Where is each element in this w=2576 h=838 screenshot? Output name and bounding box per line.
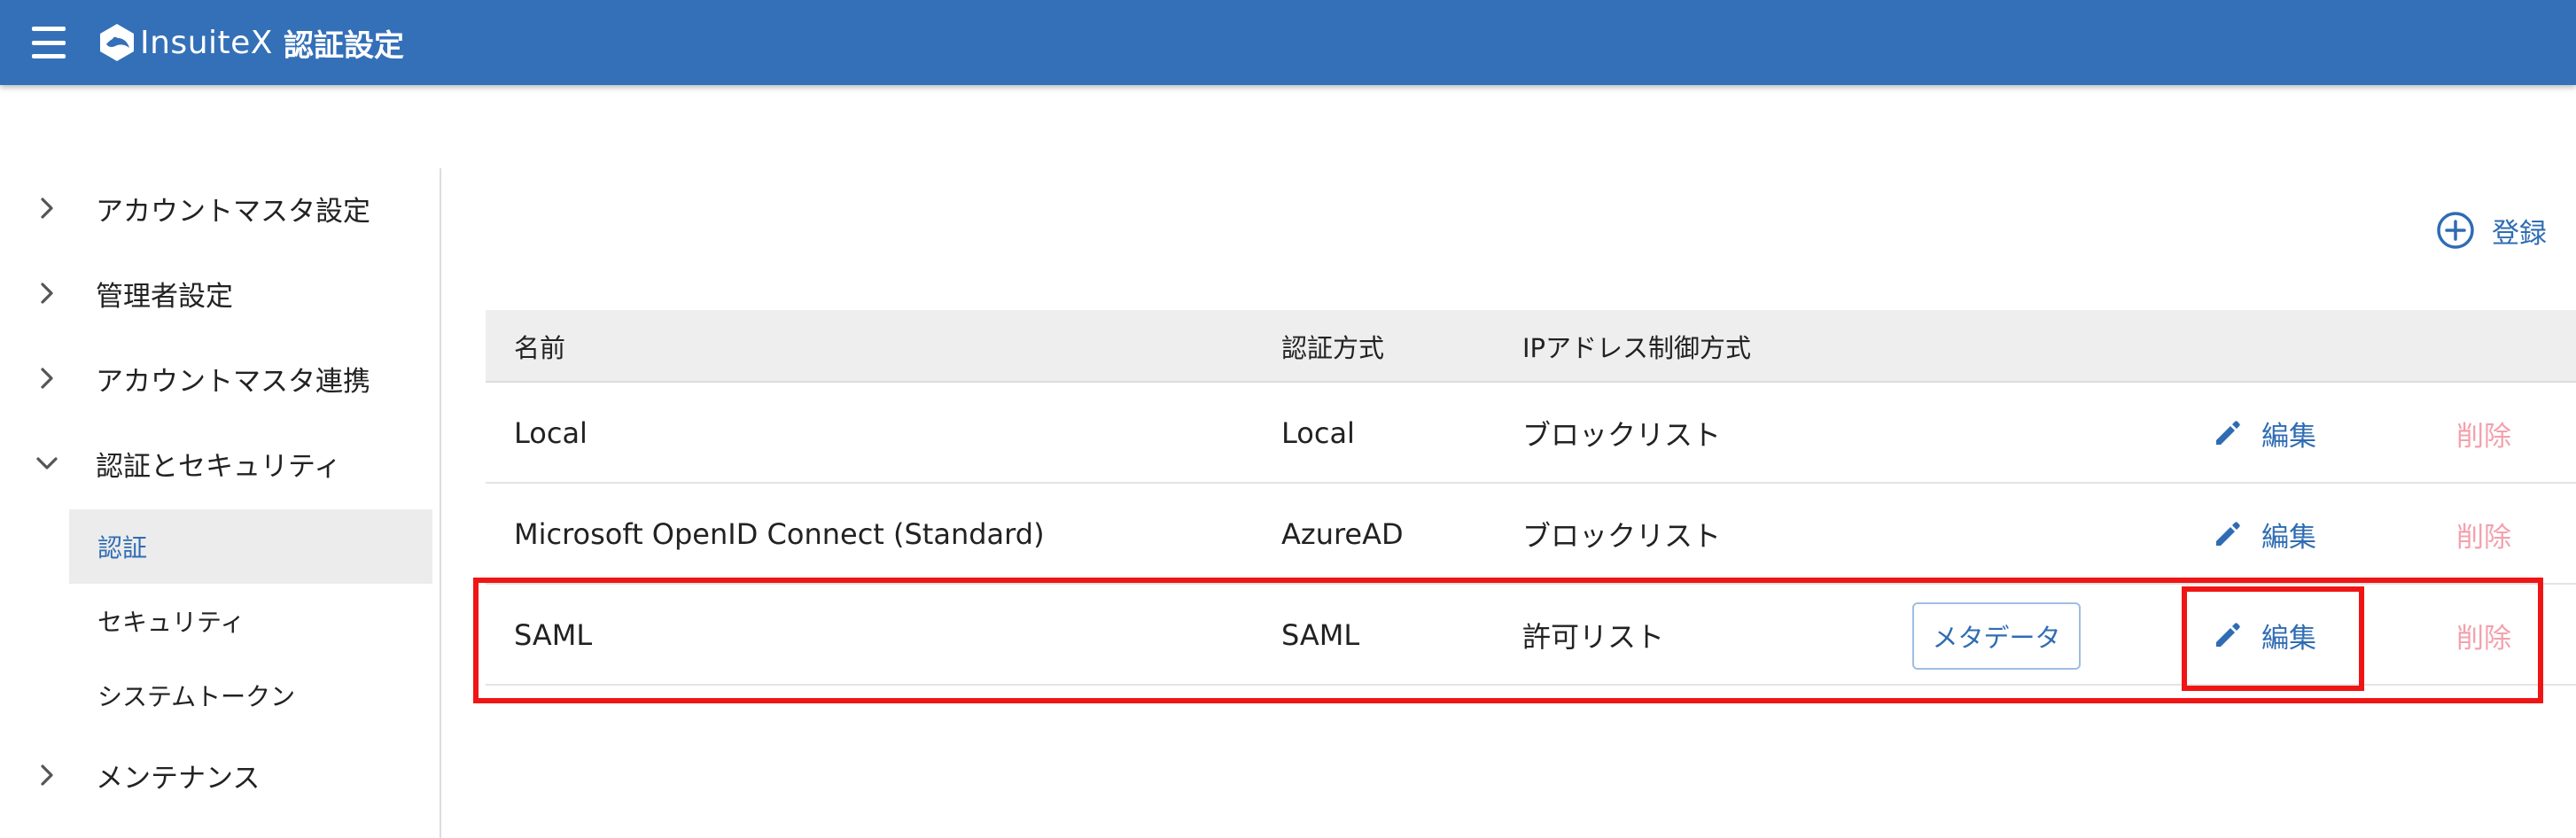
chevron-down-icon	[36, 457, 58, 469]
chevron-right-icon	[41, 198, 53, 219]
sidebar-item-auth-security[interactable]: 認証とセキュリティ	[0, 423, 440, 503]
cell-auth-method: SAML	[1281, 618, 1360, 652]
sidebar-subitem-auth[interactable]: 認証	[69, 509, 432, 584]
delete-button[interactable]: 削除	[2456, 383, 2511, 484]
sidebar-item-maintenance[interactable]: メンテナンス	[0, 735, 440, 815]
edit-button[interactable]: 編集	[2212, 383, 2316, 484]
cell-auth-method: AzureAD	[1281, 517, 1404, 551]
sidebar-item-admin-settings[interactable]: 管理者設定	[0, 253, 440, 333]
sidebar-item-account-master-sync[interactable]: アカウントマスタ連携	[0, 338, 440, 418]
column-header-auth-method: 認証方式	[1281, 333, 1385, 363]
chevron-right-icon	[41, 764, 53, 786]
edit-label: 編集	[2261, 622, 2316, 655]
pencil-icon	[2216, 522, 2240, 546]
edit-label: 編集	[2261, 420, 2316, 453]
edit-button[interactable]: 編集	[2212, 484, 2316, 585]
edit-label: 編集	[2261, 521, 2316, 554]
sidebar-subitem-label: 認証	[97, 533, 148, 563]
pencil-icon	[2216, 623, 2240, 647]
sidebar-item-label: アカウントマスタ連携	[96, 365, 370, 398]
table-row: SAML SAML 許可リスト メタデータ 編集 削除	[486, 585, 2576, 686]
add-circle-icon	[2437, 212, 2474, 249]
brand-name: InsuiteX	[140, 24, 273, 61]
table-row: Microsoft OpenID Connect (Standard) Azur…	[486, 484, 2576, 585]
cell-ip-control: ブロックリスト	[1522, 418, 1722, 452]
cell-name: Microsoft OpenID Connect (Standard)	[514, 517, 1045, 551]
cell-ip-control: 許可リスト	[1522, 620, 1665, 654]
app-header: InsuiteX 認証設定	[0, 0, 2576, 85]
page-title: 認証設定	[284, 27, 404, 64]
table-row: Local Local ブロックリスト 編集 削除	[486, 383, 2576, 484]
sidebar-subitem-label: システムトークン	[97, 682, 296, 711]
register-label: 登録	[2492, 217, 2547, 250]
sidebar-subitem-security[interactable]: セキュリティ	[69, 584, 432, 658]
auth-table: 名前 認証方式 IPアドレス制御方式 Local Local ブロックリスト 編…	[486, 310, 2576, 686]
cell-auth-method: Local	[1281, 416, 1355, 450]
metadata-button[interactable]: メタデータ	[1912, 602, 2081, 670]
pencil-icon	[2216, 421, 2240, 445]
menu-icon[interactable]	[32, 27, 66, 58]
sidebar-item-account-master-settings[interactable]: アカウントマスタ設定	[0, 168, 440, 248]
chevron-right-icon	[41, 283, 53, 304]
chevron-right-icon	[41, 368, 53, 389]
cell-ip-control: ブロックリスト	[1522, 519, 1722, 553]
sidebar-item-label: メンテナンス	[96, 762, 261, 795]
sidebar-item-label: 認証とセキュリティ	[96, 450, 342, 483]
sidebar: アカウントマスタ設定 管理者設定 アカウントマスタ連携 認証とセキュリティ 認証…	[0, 168, 441, 838]
insuitex-logo-icon	[100, 24, 134, 61]
cell-name: Local	[514, 416, 588, 450]
cell-name: SAML	[514, 618, 593, 652]
column-header-name: 名前	[514, 333, 566, 363]
sidebar-item-label: 管理者設定	[96, 280, 233, 313]
sidebar-item-label: アカウントマスタ設定	[96, 195, 370, 228]
edit-button[interactable]: 編集	[2212, 585, 2316, 686]
sidebar-subitem-label: セキュリティ	[97, 608, 245, 637]
column-header-ip-control: IPアドレス制御方式	[1522, 333, 1752, 363]
table-header: 名前 認証方式 IPアドレス制御方式	[486, 310, 2576, 383]
delete-button[interactable]: 削除	[2456, 585, 2511, 686]
delete-button[interactable]: 削除	[2456, 484, 2511, 585]
register-button[interactable]: 登録	[2435, 206, 2547, 255]
sidebar-subitem-system-token[interactable]: システムトークン	[69, 658, 432, 733]
